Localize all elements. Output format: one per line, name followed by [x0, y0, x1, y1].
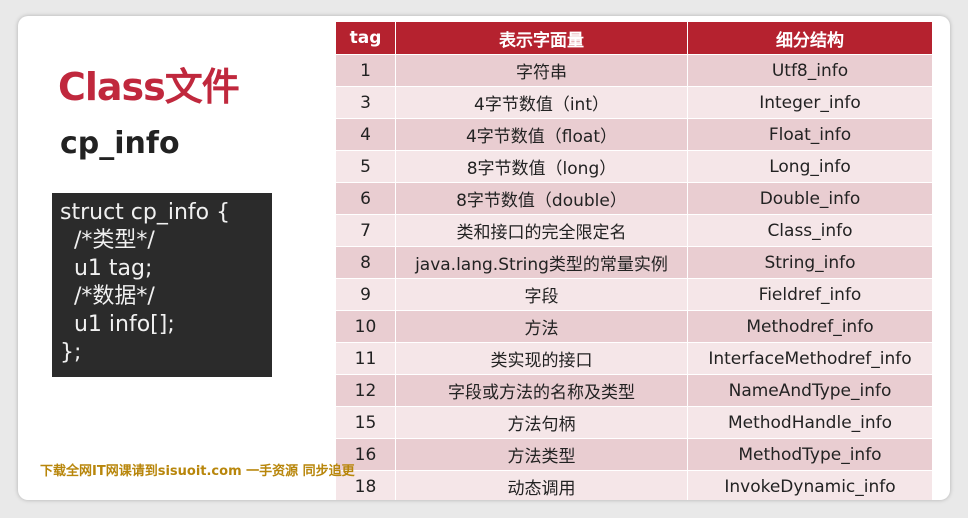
code-block: struct cp_info { /*类型*/ u1 tag; /*数据*/ u…	[52, 193, 272, 377]
cell-tag: 7	[336, 214, 396, 247]
cell-tag: 10	[336, 310, 396, 343]
cell-literal: 字段或方法的名称及类型	[395, 374, 688, 407]
cell-literal: 方法类型	[395, 438, 688, 471]
column-header-tag: tag	[336, 22, 396, 55]
cell-tag: 15	[336, 406, 396, 439]
code-comment: /*数据*/	[60, 284, 155, 309]
code-line: u1 tag;	[60, 256, 153, 281]
cell-structure: Class_info	[687, 214, 933, 247]
cell-structure: InterfaceMethodref_info	[687, 342, 933, 375]
table-row: 16 方法类型 MethodType_info	[336, 438, 933, 471]
cell-literal: 方法	[395, 310, 688, 343]
cell-structure: InvokeDynamic_info	[687, 470, 933, 500]
table-row: 11 类实现的接口 InterfaceMethodref_info	[336, 342, 933, 375]
table-header-row: tag 表示字面量 细分结构	[336, 22, 933, 55]
cell-structure: NameAndType_info	[687, 374, 933, 407]
table-row: 18 动态调用 InvokeDynamic_info	[336, 470, 933, 500]
table-row: 1 字符串 Utf8_info	[336, 54, 933, 87]
cell-literal: java.lang.String类型的常量实例	[395, 246, 688, 279]
cell-tag: 1	[336, 54, 396, 87]
code-line: };	[60, 340, 82, 365]
table-row: 6 8字节数值（double） Double_info	[336, 182, 933, 215]
table-row: 4 4字节数值（float） Float_info	[336, 118, 933, 151]
cell-literal: 动态调用	[395, 470, 688, 500]
column-header-structure: 细分结构	[687, 22, 933, 55]
slide: Class文件 cp_info struct cp_info { /*类型*/ …	[18, 16, 950, 500]
cell-literal: 类实现的接口	[395, 342, 688, 375]
cell-structure: Methodref_info	[687, 310, 933, 343]
cell-tag: 8	[336, 246, 396, 279]
cell-tag: 6	[336, 182, 396, 215]
cell-literal: 方法句柄	[395, 406, 688, 439]
code-line: u1 info[];	[60, 312, 175, 337]
cell-literal: 4字节数值（int）	[395, 86, 688, 119]
column-header-literal: 表示字面量	[395, 22, 688, 55]
table-body: 1 字符串 Utf8_info 3 4字节数值（int） Integer_info 4 4字节…	[336, 54, 933, 500]
code-comment: /*类型*/	[60, 228, 155, 253]
cell-literal: 8字节数值（double）	[395, 182, 688, 215]
table-row: 3 4字节数值（int） Integer_info	[336, 86, 933, 119]
cell-tag: 3	[336, 86, 396, 119]
cell-tag: 4	[336, 118, 396, 151]
cell-literal: 字段	[395, 278, 688, 311]
cell-tag: 12	[336, 374, 396, 407]
cell-structure: Integer_info	[687, 86, 933, 119]
page-subtitle: cp_info	[60, 126, 180, 161]
cell-structure: Long_info	[687, 150, 933, 183]
cell-structure: Fieldref_info	[687, 278, 933, 311]
cell-structure: String_info	[687, 246, 933, 279]
table-row: 7 类和接口的完全限定名 Class_info	[336, 214, 933, 247]
cell-literal: 4字节数值（float）	[395, 118, 688, 151]
page-title: Class文件	[58, 65, 240, 109]
cell-literal: 类和接口的完全限定名	[395, 214, 688, 247]
cell-structure: MethodHandle_info	[687, 406, 933, 439]
table-row: 12 字段或方法的名称及类型 NameAndType_info	[336, 374, 933, 407]
table-row: 10 方法 Methodref_info	[336, 310, 933, 343]
watermark-text: 下载全网IT网课请到sisuoit.com 一手资源 同步追更	[40, 464, 355, 479]
cell-literal: 字符串	[395, 54, 688, 87]
table-row: 15 方法句柄 MethodHandle_info	[336, 406, 933, 439]
table-row: 8 java.lang.String类型的常量实例 String_info	[336, 246, 933, 279]
table-row: 9 字段 Fieldref_info	[336, 278, 933, 311]
code-line: struct cp_info {	[60, 200, 231, 225]
cell-structure: Double_info	[687, 182, 933, 215]
cell-tag: 5	[336, 150, 396, 183]
cell-structure: Float_info	[687, 118, 933, 151]
cell-literal: 8字节数值（long）	[395, 150, 688, 183]
cell-structure: MethodType_info	[687, 438, 933, 471]
constant-pool-table: tag 表示字面量 细分结构 1 字符串 Utf8_info 3 4字节数值（int） I…	[336, 22, 933, 500]
cell-tag: 11	[336, 342, 396, 375]
cell-structure: Utf8_info	[687, 54, 933, 87]
table-row: 5 8字节数值（long） Long_info	[336, 150, 933, 183]
cell-tag: 9	[336, 278, 396, 311]
